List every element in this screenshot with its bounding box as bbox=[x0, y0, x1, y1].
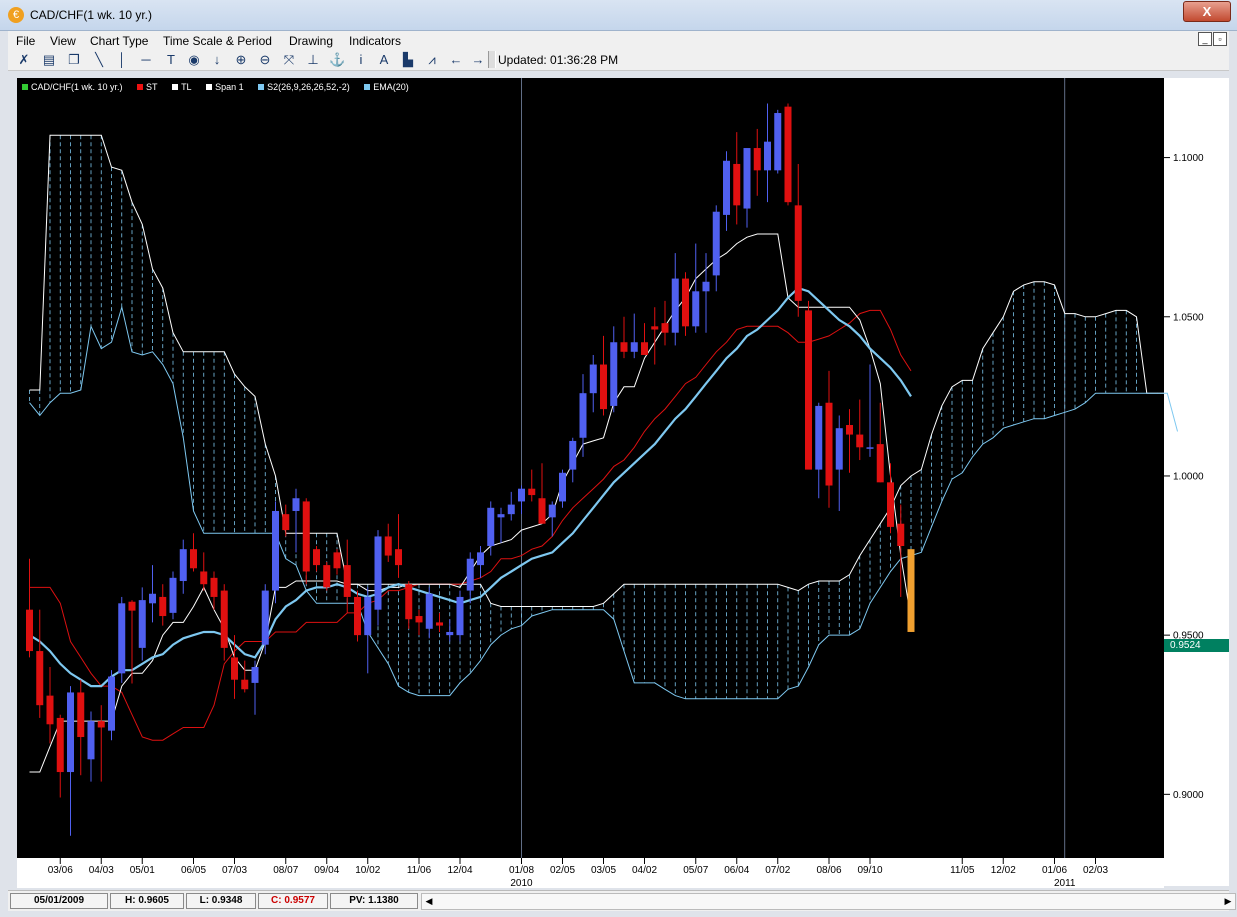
menu-time-scale[interactable]: Time Scale & Period bbox=[163, 34, 272, 48]
status-low: L: 0.9348 bbox=[186, 893, 256, 909]
price-axis bbox=[1164, 78, 1229, 886]
left-arrow-icon[interactable]: ← bbox=[448, 52, 464, 68]
chart-legend: CAD/CHF(1 wk. 10 yr.) ST TL Span 1 S2(26… bbox=[22, 82, 421, 92]
status-pv: PV: 1.1380 bbox=[330, 893, 418, 909]
status-bar: 05/01/2009 H: 0.9605 L: 0.9348 C: 0.9577… bbox=[8, 890, 1236, 911]
scroll-left-icon[interactable]: ◀ bbox=[422, 894, 436, 909]
line-icon[interactable]: ⩘ bbox=[424, 52, 440, 68]
mdi-minimize-icon[interactable]: _ bbox=[1198, 32, 1212, 46]
legend-swatch-3 bbox=[206, 84, 213, 90]
legend-item: EMA(20) bbox=[364, 82, 415, 92]
legend-swatch-2 bbox=[172, 84, 179, 90]
legend-swatch-1 bbox=[137, 84, 144, 90]
x-chart-icon[interactable]: ✗ bbox=[16, 52, 32, 68]
menu-view[interactable]: View bbox=[50, 34, 76, 48]
print-icon[interactable]: ▤ bbox=[41, 52, 57, 68]
zoom-out-icon[interactable]: ⊖ bbox=[257, 52, 273, 68]
status-high: H: 0.9605 bbox=[110, 893, 184, 909]
bar-chart-icon[interactable]: ▙ bbox=[400, 52, 416, 68]
scroll-right-icon[interactable]: ▶ bbox=[1221, 894, 1235, 909]
toolbar-separator bbox=[488, 51, 496, 68]
right-arrow-icon[interactable]: → bbox=[470, 52, 486, 68]
close-button[interactable]: X bbox=[1183, 1, 1231, 22]
legend-swatch-4 bbox=[258, 84, 265, 90]
fit-icon[interactable]: ⤧ bbox=[281, 52, 297, 68]
app-icon: € bbox=[8, 7, 24, 23]
vertical-line-icon[interactable]: │ bbox=[114, 52, 130, 68]
down-arrow-icon[interactable]: ↓ bbox=[209, 52, 225, 68]
menu-chart-type[interactable]: Chart Type bbox=[90, 34, 148, 48]
legend-item: S2(26,9,26,26,52,-2) bbox=[258, 82, 356, 92]
trendline-icon[interactable]: ╲ bbox=[91, 52, 107, 68]
menu-indicators[interactable]: Indicators bbox=[349, 34, 401, 48]
horizontal-line-icon[interactable]: ─ bbox=[138, 52, 154, 68]
current-price-tag: 0.9524 bbox=[1164, 639, 1229, 652]
updated-time: Updated: 01:36:28 PM bbox=[498, 53, 619, 67]
legend-swatch-0 bbox=[22, 84, 28, 90]
toolbar: ✗ ▤ ❐ ╲ │ ─ T ◉ ↓ ⊕ ⊖ ⤧ ⊥ ⚓ i A ▙ ⩘ ← → … bbox=[8, 50, 1229, 71]
chart-plot-area[interactable] bbox=[17, 78, 1164, 858]
horizontal-scrollbar[interactable]: ◀ ▶ bbox=[421, 893, 1236, 910]
menu-file[interactable]: File bbox=[16, 34, 35, 48]
zoom-in-icon[interactable]: ⊕ bbox=[233, 52, 249, 68]
time-axis bbox=[17, 858, 1164, 888]
baseline-icon[interactable]: ⊥ bbox=[305, 52, 321, 68]
info-icon[interactable]: i bbox=[353, 52, 369, 68]
legend-item: ST bbox=[137, 82, 164, 92]
anchor-icon[interactable]: ⚓ bbox=[329, 52, 345, 68]
menu-drawing[interactable]: Drawing bbox=[289, 34, 333, 48]
status-close: C: 0.9577 bbox=[258, 893, 328, 909]
text-icon[interactable]: T bbox=[163, 52, 179, 68]
menu-bar: File View Chart Type Time Scale & Period… bbox=[8, 31, 1229, 50]
mdi-restore-icon[interactable]: ▫ bbox=[1213, 32, 1227, 46]
status-date: 05/01/2009 bbox=[10, 893, 108, 909]
legend-item: CAD/CHF(1 wk. 10 yr.) bbox=[22, 82, 129, 92]
copy-icon[interactable]: ❐ bbox=[66, 52, 82, 68]
legend-item: TL bbox=[172, 82, 198, 92]
title-bar: € CAD/CHF(1 wk. 10 yr.) X bbox=[0, 0, 1237, 31]
window-title: CAD/CHF(1 wk. 10 yr.) bbox=[30, 8, 153, 22]
circle-icon[interactable]: ◉ bbox=[186, 52, 202, 68]
legend-swatch-5 bbox=[364, 84, 371, 90]
legend-item: Span 1 bbox=[206, 82, 250, 92]
font-icon[interactable]: A bbox=[376, 52, 392, 68]
